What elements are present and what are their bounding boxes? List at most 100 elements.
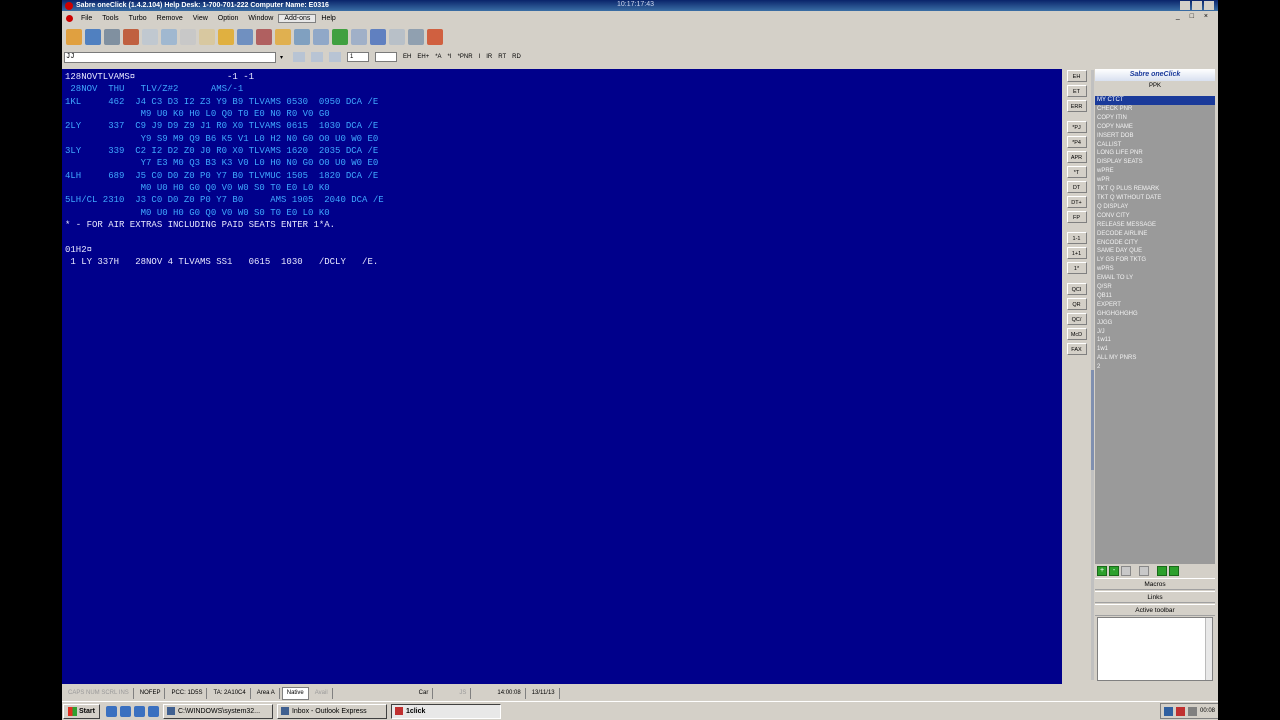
media-icon[interactable] xyxy=(147,705,159,717)
print-icon[interactable] xyxy=(427,29,443,45)
macro-item[interactable]: CONV CITY xyxy=(1095,212,1215,221)
tb2-star-pnr[interactable]: *PNR xyxy=(458,54,473,60)
menu-remove[interactable]: Remove xyxy=(152,15,188,22)
up-icon[interactable] xyxy=(293,52,306,62)
side-btn-1plus1[interactable]: 1+1 xyxy=(1066,247,1087,259)
tb2-star-a[interactable]: *A xyxy=(435,54,441,60)
plane-icon[interactable] xyxy=(161,29,177,45)
macro-item[interactable]: TKT Q WITHOUT DATE xyxy=(1095,194,1215,203)
refresh-icon[interactable] xyxy=(294,29,310,45)
globe-icon[interactable] xyxy=(370,29,386,45)
terminal-screen[interactable]: 128NOVTLVAMS¤ -1 -1 28NOV THU TLV/Z#2 AM… xyxy=(62,69,1062,684)
status-native[interactable]: Native xyxy=(281,686,309,700)
new-icon[interactable] xyxy=(66,29,82,45)
ie-icon[interactable] xyxy=(105,705,117,717)
macro-item[interactable]: LONG LIFE PNR xyxy=(1095,149,1215,158)
splitter-thumb[interactable] xyxy=(1091,370,1094,470)
macro-item[interactable]: wPRE xyxy=(1095,167,1215,176)
hotel-icon[interactable] xyxy=(123,29,139,45)
command-input[interactable]: JJ xyxy=(64,51,276,63)
car-icon[interactable] xyxy=(104,29,120,45)
macro-item[interactable]: LY GS FOR TKTG xyxy=(1095,256,1215,265)
network-icon[interactable] xyxy=(1163,706,1173,716)
menu-window[interactable]: Window xyxy=(243,15,278,22)
macro-item[interactable]: RELEASE MESSAGE xyxy=(1095,221,1215,230)
tb2-star-i[interactable]: *I xyxy=(448,54,452,60)
macro-item[interactable]: Q/SR xyxy=(1095,283,1215,292)
tb2-i[interactable]: I xyxy=(479,54,481,60)
tb2-ir[interactable]: IR xyxy=(486,54,492,60)
section-active-toolbar[interactable]: Active toolbar xyxy=(1095,604,1215,616)
start-button[interactable]: Start xyxy=(63,703,100,719)
macro-item[interactable]: ALL MY PNRS xyxy=(1095,354,1215,363)
side-btn-qr[interactable]: QR xyxy=(1066,298,1087,310)
ticket-icon[interactable] xyxy=(180,29,196,45)
tb2-rt[interactable]: RT xyxy=(498,54,506,60)
menu-help[interactable]: Help xyxy=(316,15,340,22)
tag-icon[interactable] xyxy=(199,29,215,45)
maximize-button[interactable] xyxy=(1192,1,1202,10)
macro-item[interactable]: wPRS xyxy=(1095,265,1215,274)
side-btn-qci[interactable]: QCI xyxy=(1066,283,1087,295)
remove-macro-icon[interactable]: - xyxy=(1109,566,1119,576)
task-outlook[interactable]: Inbox - Outlook Express xyxy=(276,703,387,719)
menu-turbo[interactable]: Turbo xyxy=(124,15,152,22)
edit-macro-icon[interactable] xyxy=(1121,566,1131,576)
macro-item[interactable]: ENCODE CITY xyxy=(1095,239,1215,248)
hand-icon[interactable] xyxy=(313,29,329,45)
section-macros[interactable]: Macros xyxy=(1095,578,1215,590)
macro-item[interactable]: EXPERT xyxy=(1095,301,1215,310)
alert-icon[interactable] xyxy=(1175,706,1185,716)
grid-icon[interactable] xyxy=(311,52,324,62)
select-blank[interactable] xyxy=(375,52,398,62)
outlook-icon[interactable] xyxy=(119,705,131,717)
panel-scrollbar[interactable] xyxy=(1205,618,1212,680)
menu-tools[interactable]: Tools xyxy=(97,15,123,22)
copy-icon[interactable] xyxy=(351,29,367,45)
macro-item[interactable]: QB11 xyxy=(1095,292,1215,301)
menu-file[interactable]: File xyxy=(76,15,97,22)
side-btn-apr[interactable]: APR xyxy=(1066,151,1087,163)
side-btn-fax[interactable]: FAX xyxy=(1066,343,1087,355)
pencil-icon[interactable] xyxy=(256,29,272,45)
key-icon[interactable] xyxy=(389,29,405,45)
side-btn-qc[interactable]: QC/ xyxy=(1066,313,1087,325)
move-down-icon[interactable] xyxy=(1169,566,1179,576)
side-btn-dt[interactable]: DT xyxy=(1066,181,1087,193)
macro-item[interactable]: EMAIL TO LY xyxy=(1095,274,1215,283)
side-btn-err[interactable]: ERR xyxy=(1066,100,1087,112)
tb2-eh-plus[interactable]: EH+ xyxy=(417,54,429,60)
tb2-rd[interactable]: RD xyxy=(512,54,521,60)
panel-splitter[interactable] xyxy=(1091,70,1094,680)
copy-macro-icon[interactable] xyxy=(1139,566,1149,576)
window-icon[interactable] xyxy=(329,52,342,62)
task-1click[interactable]: 1click xyxy=(390,703,501,719)
close-button[interactable] xyxy=(1204,1,1214,10)
side-btn-t[interactable]: *T xyxy=(1066,166,1087,178)
menu-option[interactable]: Option xyxy=(213,15,244,22)
side-btn-dt-plus[interactable]: DT+ xyxy=(1066,196,1087,208)
side-btn-mcd[interactable]: McD xyxy=(1066,328,1087,340)
macro-item[interactable]: wPR xyxy=(1095,176,1215,185)
section-links[interactable]: Links xyxy=(1095,591,1215,603)
side-btn-et[interactable]: ET xyxy=(1066,85,1087,97)
edit-icon[interactable] xyxy=(142,29,158,45)
macro-item[interactable]: COPY ITIN xyxy=(1095,114,1215,123)
macro-list[interactable]: MY CTCT CHECK PNR COPY ITIN COPY NAME IN… xyxy=(1095,96,1215,564)
note-icon[interactable] xyxy=(275,29,291,45)
desktop-icon[interactable] xyxy=(133,705,145,717)
menu-add-ons[interactable]: Add-ons xyxy=(278,14,317,23)
macro-item[interactable]: CALLIST xyxy=(1095,141,1215,150)
macro-item[interactable]: 1w1 xyxy=(1095,345,1215,354)
settings-icon[interactable] xyxy=(408,29,424,45)
mdi-window-controls-icon[interactable]: _ □ × xyxy=(1176,13,1212,20)
minimize-button[interactable] xyxy=(1180,1,1190,10)
side-btn-p4[interactable]: *P4 xyxy=(1066,136,1087,148)
macro-item[interactable]: DECODE AIRLINE xyxy=(1095,230,1215,239)
macro-item[interactable]: J/J xyxy=(1095,328,1215,337)
macro-item[interactable]: COPY NAME xyxy=(1095,123,1215,132)
list-icon[interactable] xyxy=(237,29,253,45)
macro-item[interactable]: TKT Q PLUS REMARK xyxy=(1095,185,1215,194)
macro-item[interactable]: 2 xyxy=(1095,363,1215,372)
select-number[interactable]: 1 xyxy=(347,52,370,62)
